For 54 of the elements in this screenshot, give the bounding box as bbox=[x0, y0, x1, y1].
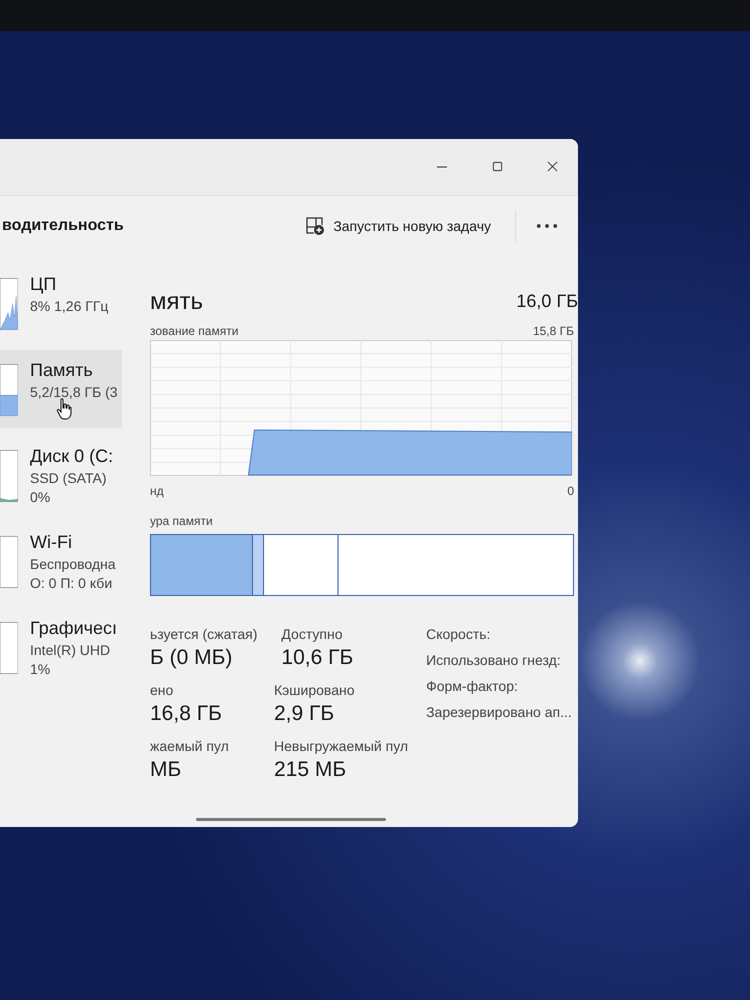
detail-label: Использовано гнезд: bbox=[426, 652, 562, 668]
page-title: водительность bbox=[1, 216, 124, 235]
stat-value: 2,9 ГБ bbox=[274, 702, 336, 726]
sidebar-item[interactable]: Диск 0 (C: SSD (SATA) 0% bbox=[0, 436, 136, 514]
total-memory: 16,0 ГБ bbox=[516, 291, 578, 312]
sidebar-item-detail: 1% bbox=[30, 660, 52, 677]
hand-cursor-icon bbox=[56, 398, 72, 420]
composition-label: ура памяти bbox=[150, 514, 214, 528]
sidebar-item-detail: Беспроводна bbox=[30, 556, 116, 572]
stat-label: ьзуется (сжатая) bbox=[150, 626, 258, 642]
stat-value: МБ bbox=[150, 758, 182, 782]
sidebar-item-name: ЦП bbox=[30, 274, 58, 295]
sidebar-item[interactable]: Графичесı Intel(R) UHD 1% bbox=[0, 608, 136, 686]
stat-value: 16,8 ГБ bbox=[150, 702, 223, 726]
section-title: мять bbox=[150, 288, 203, 316]
mini-graph-icon bbox=[0, 364, 18, 416]
sidebar-item-name: Диск 0 (C: bbox=[30, 446, 114, 467]
mini-graph-icon bbox=[0, 450, 18, 502]
sidebar-item-detail: О: 0 П: 0 кби bbox=[30, 574, 114, 591]
stat-value: 10,6 ГБ bbox=[281, 646, 354, 670]
more-options-icon[interactable] bbox=[536, 222, 558, 229]
stat-label: жаемый пул bbox=[150, 738, 230, 754]
detail-label: Форм-фактор: bbox=[426, 678, 519, 694]
sidebar-item-detail: Intel(R) UHD bbox=[30, 642, 112, 658]
sidebar-item-name: Wi-Fi bbox=[30, 532, 73, 553]
sidebar-item-name: Графичесı bbox=[30, 618, 118, 639]
sidebar-item-detail: SSD (SATA) bbox=[30, 470, 108, 486]
scrollbar-thumb[interactable] bbox=[196, 818, 386, 821]
graph-zero-label: 0 bbox=[567, 484, 574, 498]
close-icon[interactable] bbox=[547, 161, 558, 172]
mini-graph-icon bbox=[0, 622, 18, 674]
sidebar-item[interactable]: Wi-Fi Беспроводна О: 0 П: 0 кби bbox=[0, 522, 136, 600]
graph-label: зование памяти bbox=[150, 324, 238, 338]
stat-label: Невыгружаемый пул bbox=[274, 738, 408, 754]
new-task-button[interactable]: Запустить новую задачу bbox=[301, 210, 495, 242]
sidebar-item[interactable]: Память 5,2/15,8 ГБ (3 bbox=[0, 350, 122, 428]
mini-graph-icon bbox=[0, 278, 18, 330]
detail-label: Зарезервировано ап... bbox=[426, 704, 572, 720]
sidebar-item-name: Память bbox=[30, 360, 94, 381]
stat-value: Б (0 МБ) bbox=[150, 646, 234, 670]
stat-label: Кэшировано bbox=[274, 682, 355, 698]
sidebar-item[interactable]: ЦП 8% 1,26 ГГц bbox=[0, 264, 136, 342]
detail-label: Скорость: bbox=[426, 626, 492, 642]
sidebar-item-detail: 0% bbox=[30, 488, 52, 505]
stat-label: ено bbox=[150, 682, 174, 698]
stat-label: Доступно bbox=[281, 626, 344, 642]
sidebar-item-detail: 8% 1,26 ГГц bbox=[30, 298, 108, 314]
sidebar-item-detail: 5,2/15,8 ГБ (3 bbox=[30, 384, 118, 400]
new-task-icon bbox=[305, 216, 326, 236]
mini-graph-icon bbox=[0, 536, 18, 588]
stat-value: 215 МБ bbox=[274, 758, 348, 782]
graph-max-label: 15,8 ГБ bbox=[532, 324, 574, 338]
maximize-icon[interactable] bbox=[492, 161, 503, 172]
graph-time-label: нд bbox=[150, 484, 164, 498]
